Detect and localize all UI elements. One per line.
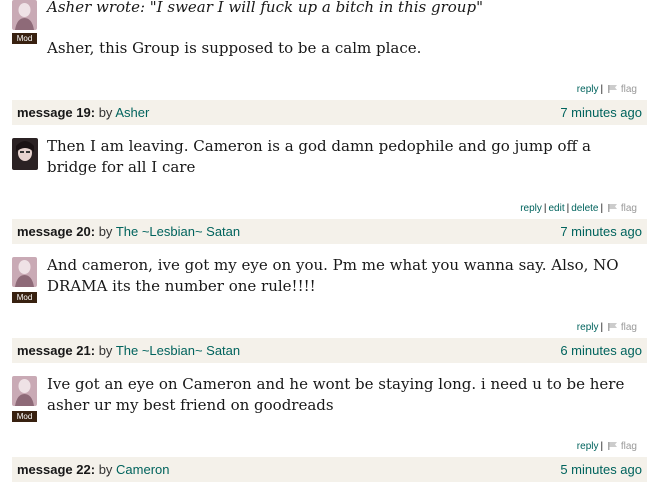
timestamp-link[interactable]: 5 minutes ago bbox=[560, 457, 642, 482]
timestamp-link[interactable]: 6 minutes ago bbox=[560, 338, 642, 363]
flag-link[interactable]: flag bbox=[607, 84, 637, 95]
flag-icon bbox=[607, 442, 617, 450]
message-header: message 21: by The ~Lesbian~ Satan 6 min… bbox=[12, 338, 647, 363]
timestamp-link[interactable]: 7 minutes ago bbox=[560, 219, 642, 244]
mod-avatar[interactable] bbox=[12, 376, 37, 406]
flag-icon bbox=[607, 323, 617, 331]
mod-badge: Mod bbox=[12, 411, 37, 422]
message-actions: reply | flag bbox=[577, 84, 637, 96]
message-actions: reply | edit | delete | flag bbox=[520, 203, 637, 215]
separator: | bbox=[600, 441, 604, 452]
reply-link[interactable]: reply bbox=[577, 441, 599, 452]
author-link[interactable]: Cameron bbox=[116, 462, 169, 477]
separator: | bbox=[600, 84, 604, 95]
flag-link[interactable]: flag bbox=[607, 441, 637, 452]
mod-avatar[interactable] bbox=[12, 257, 37, 287]
flag-link[interactable]: flag bbox=[607, 322, 637, 333]
message-number: message 22: bbox=[17, 462, 96, 477]
flag-icon bbox=[607, 204, 617, 212]
separator: | bbox=[543, 203, 547, 214]
message-number: message 21: bbox=[17, 343, 96, 358]
message-number: message 19: bbox=[17, 105, 96, 120]
message-actions: reply | flag bbox=[577, 322, 637, 334]
quoted-text: Asher wrote: "I swear I will fuck up a b… bbox=[47, 0, 483, 16]
reply-link[interactable]: reply bbox=[520, 203, 542, 214]
separator: | bbox=[600, 322, 604, 333]
timestamp-link[interactable]: 7 minutes ago bbox=[560, 100, 642, 125]
message-actions: reply | flag bbox=[577, 441, 637, 453]
message-text: And cameron, ive got my eye on you. Pm m… bbox=[47, 256, 619, 295]
author-link[interactable]: The ~Lesbian~ Satan bbox=[116, 224, 240, 239]
reply-link[interactable]: reply bbox=[577, 322, 599, 333]
message-header: message 19: by Asher 7 minutes ago bbox=[12, 100, 647, 125]
author-link[interactable]: Asher bbox=[115, 105, 149, 120]
message-header: message 22: by Cameron 5 minutes ago bbox=[12, 457, 647, 482]
mod-badge: Mod bbox=[12, 33, 37, 44]
avatar-image-icon bbox=[12, 257, 37, 287]
separator: | bbox=[600, 203, 604, 214]
message-text: Asher, this Group is supposed to be a ca… bbox=[47, 39, 422, 57]
author-link[interactable]: The ~Lesbian~ Satan bbox=[116, 343, 240, 358]
edit-link[interactable]: edit bbox=[549, 203, 565, 214]
message-text: Ive got an eye on Cameron and he wont be… bbox=[47, 375, 625, 414]
message-body: Asher wrote: "I swear I will fuck up a b… bbox=[47, 0, 642, 59]
message-header: message 20: by The ~Lesbian~ Satan 7 min… bbox=[12, 219, 647, 244]
flag-link[interactable]: flag bbox=[607, 203, 637, 214]
mod-badge: Mod bbox=[12, 292, 37, 303]
flag-icon bbox=[607, 85, 617, 93]
delete-link[interactable]: delete bbox=[571, 203, 598, 214]
avatar-image-icon bbox=[12, 376, 37, 406]
avatar-image-icon bbox=[12, 138, 38, 170]
message-number: message 20: bbox=[17, 224, 96, 239]
message-text: Then I am leaving. Cameron is a god damn… bbox=[47, 137, 591, 176]
reply-link[interactable]: reply bbox=[577, 84, 599, 95]
user-avatar[interactable] bbox=[12, 138, 38, 170]
mod-avatar[interactable] bbox=[12, 0, 37, 30]
avatar-image-icon bbox=[12, 0, 37, 30]
